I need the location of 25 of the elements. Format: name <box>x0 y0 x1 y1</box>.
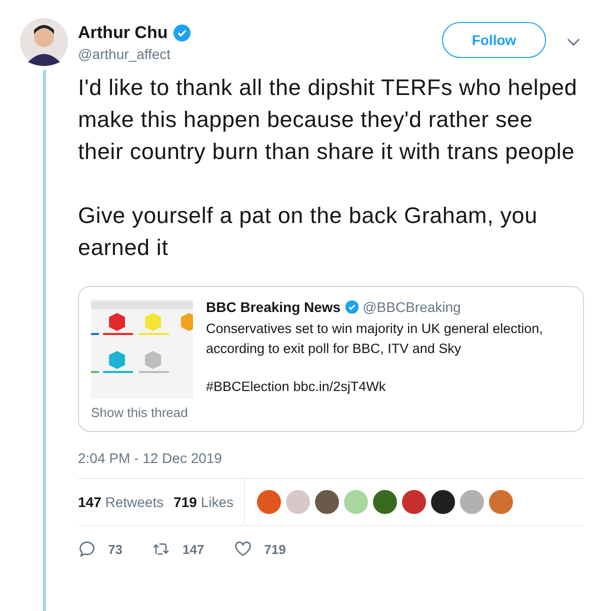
quoted-tweet-card[interactable]: Show this thread BBC Breaking News @BBCBreaking Conservatives set to win majority in UK general election, according to exit poll for BBC, ITV and Sky #BBCElection bbc.in/2sjT4Wk <box>78 286 584 432</box>
liker-avatar[interactable] <box>314 490 339 514</box>
heart-icon <box>234 540 252 558</box>
stat-count[interactable]: 147 Retweets <box>78 494 164 510</box>
url-link[interactable]: bbc.in/2sjT4Wk <box>293 379 386 394</box>
quoted-tweet-text: Conservatives set to win majority in UK general election, according to exit poll for BBC, ITV and Sky <box>206 320 544 358</box>
retweet-button[interactable]: 147 <box>152 540 204 558</box>
author-name[interactable]: Arthur Chu <box>78 22 168 42</box>
chevron-down-icon[interactable] <box>567 38 580 46</box>
liker-avatar[interactable] <box>372 490 397 514</box>
liker-avatar[interactable] <box>430 490 455 514</box>
follow-button[interactable]: Follow <box>442 22 546 58</box>
timestamp[interactable]: 2:04 PM - 12 Dec 2019 <box>78 450 584 478</box>
quoted-author-name: BBC Breaking News <box>206 299 341 315</box>
reply-button[interactable]: 73 <box>78 540 122 558</box>
tweet-text: Give yourself a pat on the back Graham, you earned it <box>78 202 538 262</box>
hashtag-link[interactable]: #BBCElection <box>206 379 290 394</box>
author-handle[interactable]: @arthur_affect <box>78 46 442 62</box>
avatar[interactable] <box>20 18 68 66</box>
quoted-author-handle: @BBCBreaking <box>362 299 461 315</box>
stat-count[interactable]: 719 Likes <box>174 494 234 510</box>
like-button[interactable]: 719 <box>234 540 286 558</box>
speech-bubble-icon <box>78 540 96 558</box>
tweet-text: I'd like to thank all the dipshit TERFs who helped make this happen because they'd rather see their country burn than share it with trans people <box>78 74 578 166</box>
show-thread-link[interactable]: Show this thread <box>91 405 193 420</box>
